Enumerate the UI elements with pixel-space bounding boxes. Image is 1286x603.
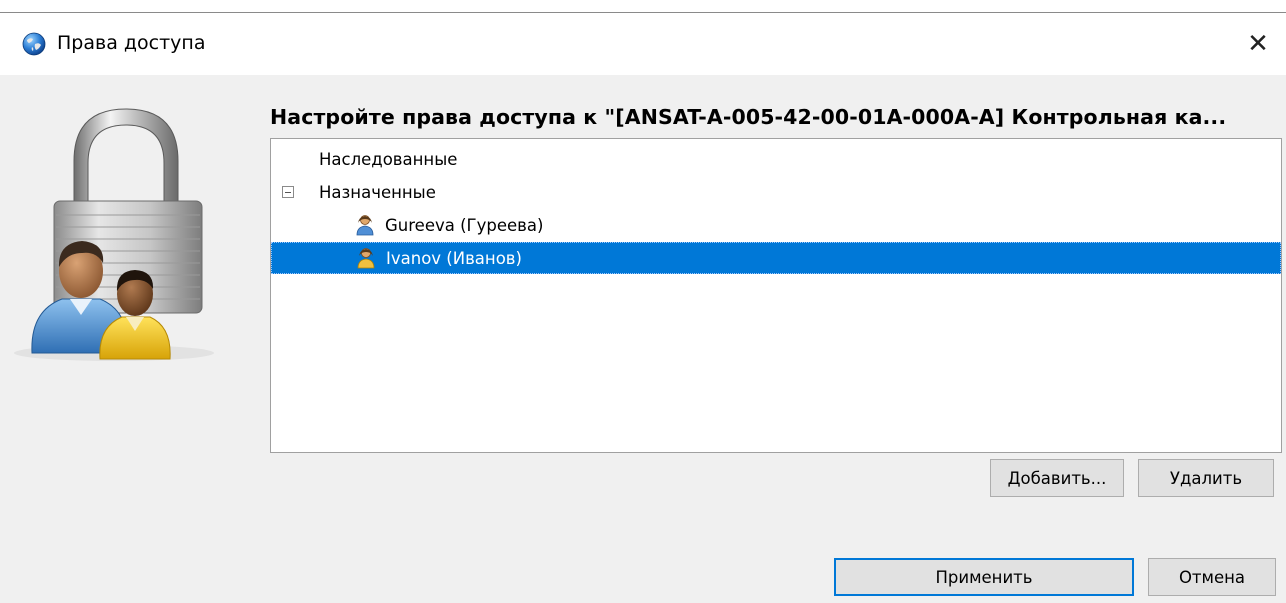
tree-user-item-selected[interactable]: Ivanov (Иванов) [271,242,1281,274]
user-icon [357,248,375,269]
dialog-title: Права доступа [57,32,206,54]
tree-node-label: Назначенные [319,182,436,202]
cancel-button[interactable]: Отмена [1148,558,1276,596]
close-button[interactable]: ✕ [1230,13,1286,75]
user-icon [356,215,374,236]
globe-icon [22,32,46,56]
user-name: Gureeva (Гуреева) [385,215,544,235]
tree-node-assigned[interactable]: Назначенные [271,176,1281,208]
access-rights-dialog: Права доступа ✕ Настройте права доступа … [0,12,1286,603]
title-bar[interactable]: Права доступа ✕ [0,13,1286,75]
remove-button[interactable]: Удалить [1138,459,1274,497]
tree-user-item[interactable]: Gureeva (Гуреева) [271,209,1281,241]
dialog-heading: Настройте права доступа к "[ANSAT-A-005-… [270,105,1227,129]
tree-node-inherited[interactable]: Наследованные [271,143,1281,175]
padlock-users-icon [14,108,214,361]
apply-button[interactable]: Применить [834,558,1134,596]
collapse-icon[interactable] [282,186,294,198]
add-button[interactable]: Добавить... [990,459,1124,497]
background-document-strip [0,0,1286,12]
tree-node-label: Наследованные [319,149,458,169]
permissions-tree[interactable]: Наследованные Назначенные Gureeva (Гурее… [270,138,1282,453]
user-name: Ivanov (Иванов) [386,248,522,268]
